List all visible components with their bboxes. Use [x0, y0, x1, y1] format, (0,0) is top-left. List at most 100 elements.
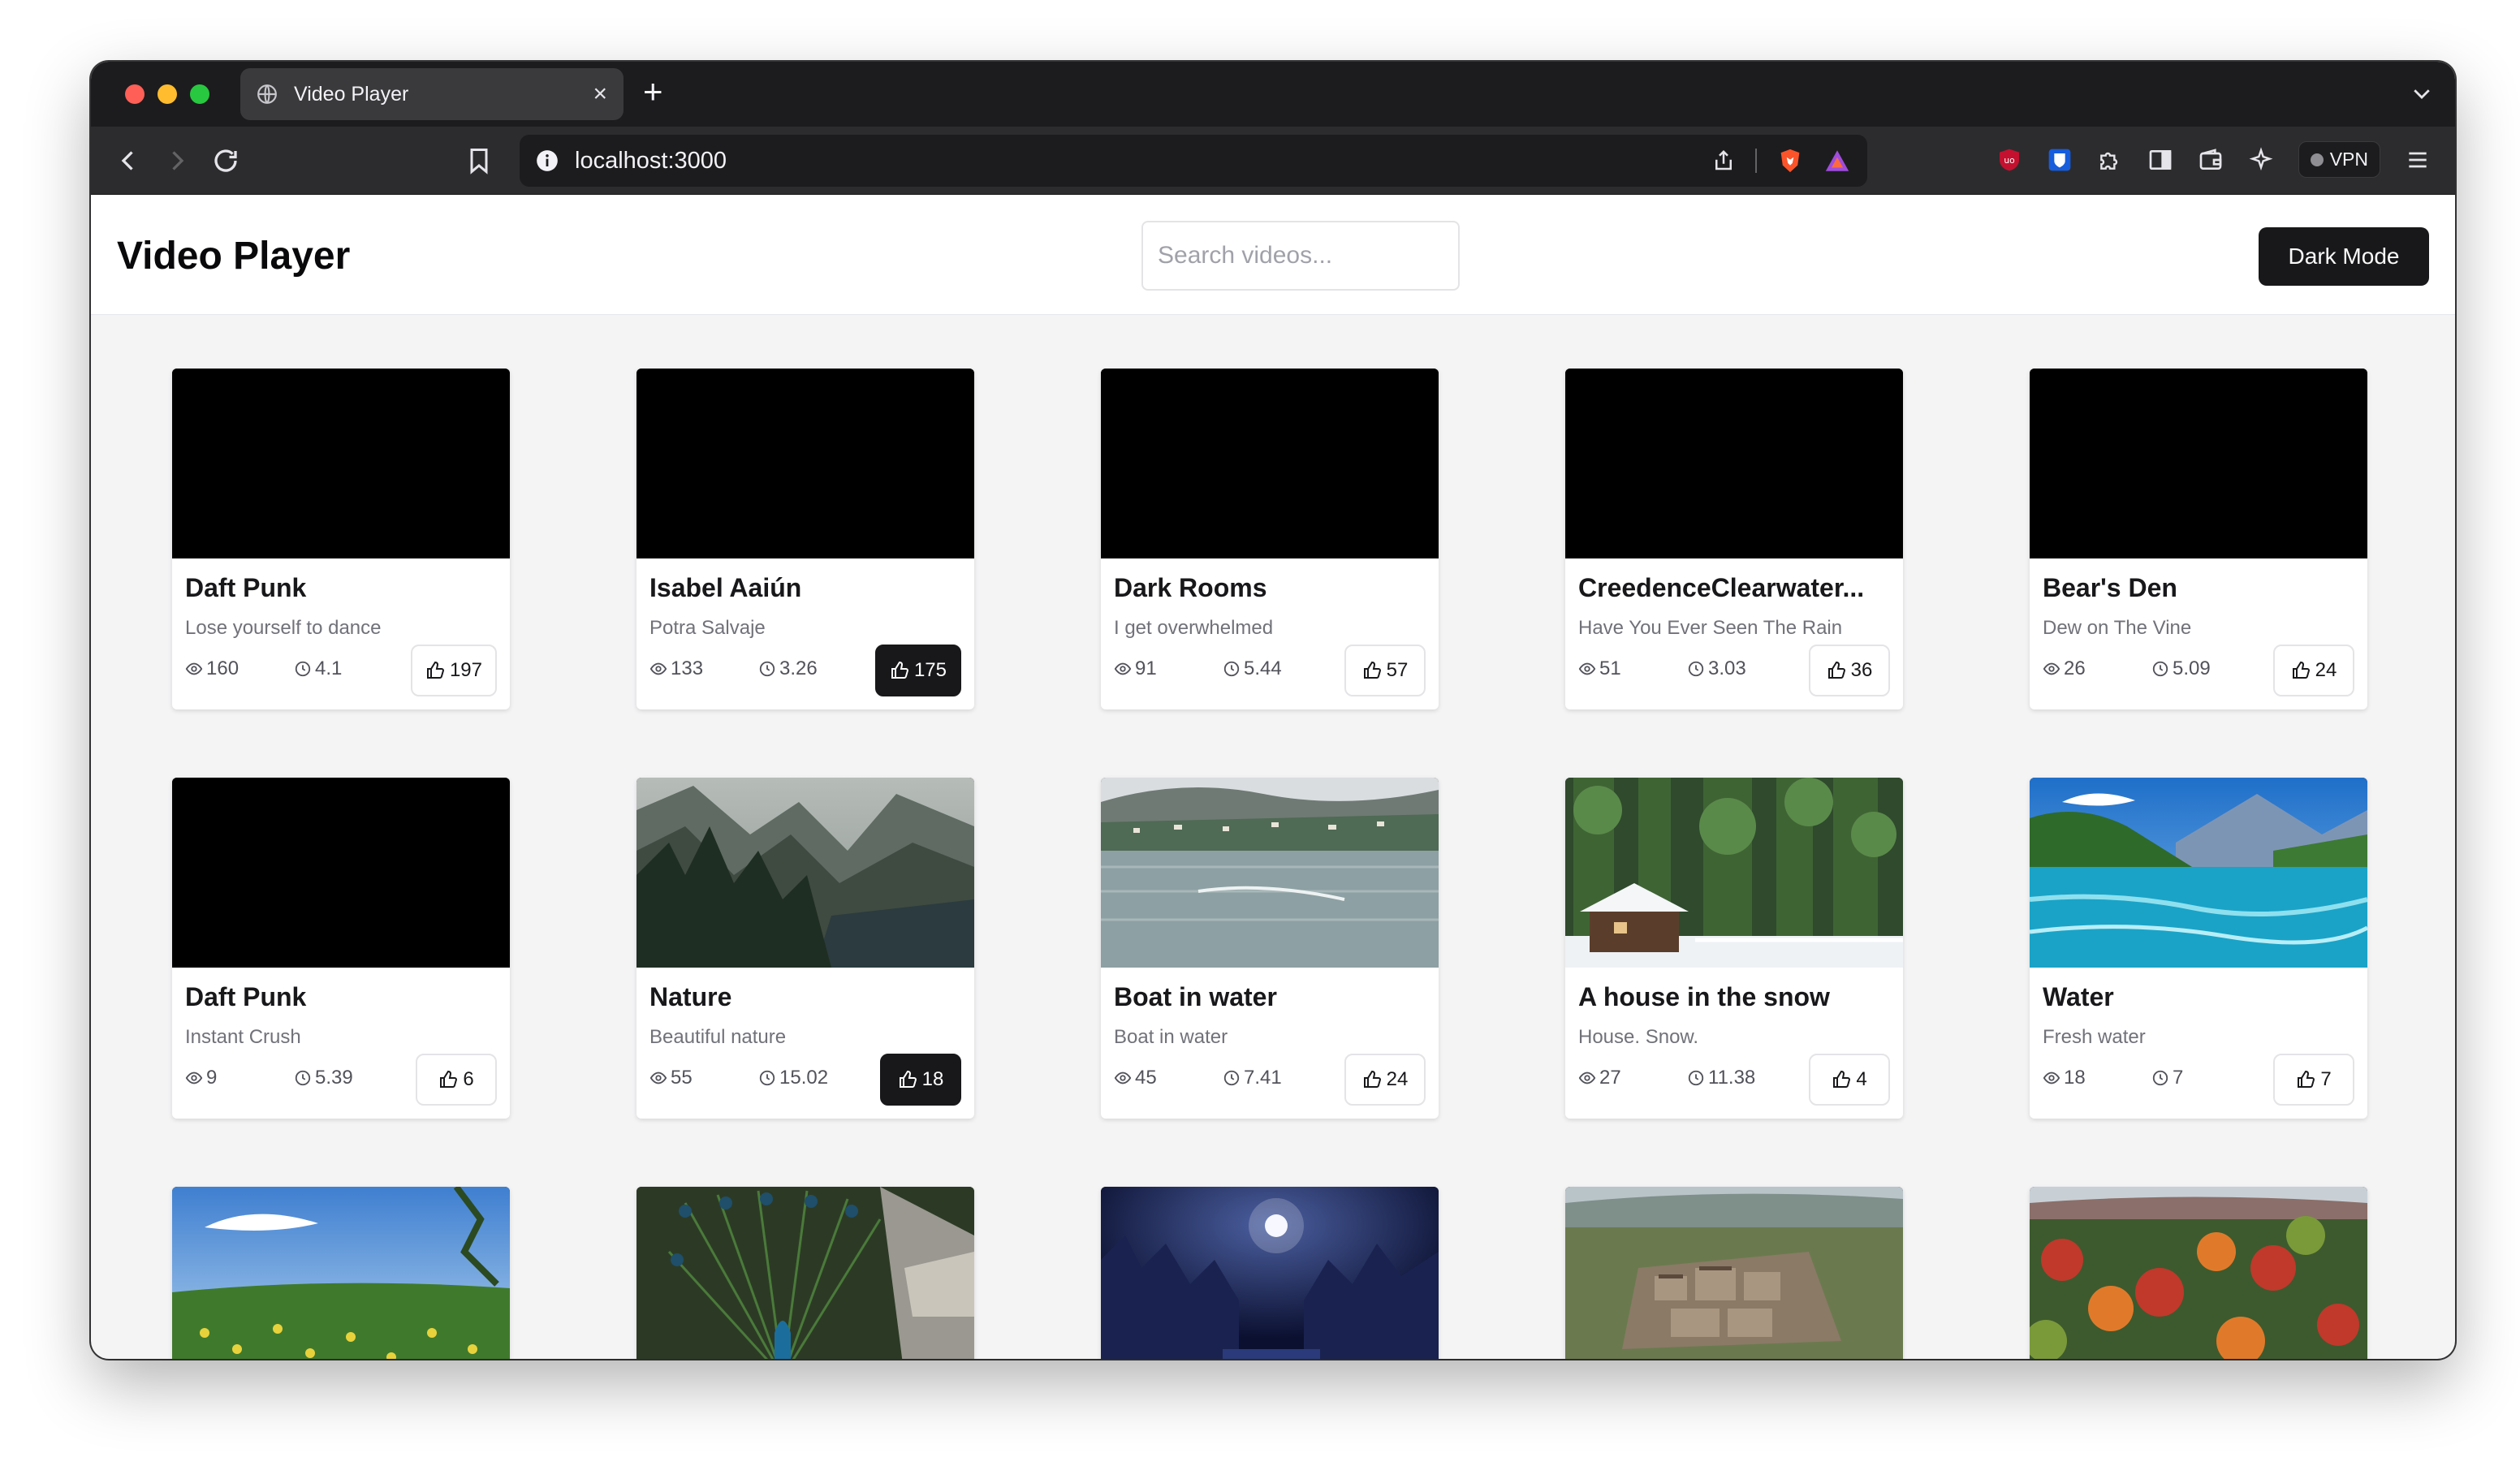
video-card[interactable]: Daft Punk Lose yourself to dance 160 4.1 197 [172, 369, 510, 709]
video-thumbnail[interactable] [1101, 778, 1439, 968]
like-button[interactable]: 57 [1344, 645, 1426, 696]
video-card[interactable]: Daft Punk Instant Crush 9 5.39 6 [172, 778, 510, 1119]
tab-strip: Video Player × + [91, 62, 2455, 127]
back-icon[interactable] [114, 146, 143, 175]
view-count-value: 160 [206, 658, 239, 679]
video-thumbnail[interactable] [636, 369, 974, 558]
like-button[interactable]: 24 [2273, 645, 2354, 696]
view-count-value: 26 [2064, 658, 2086, 679]
duration-value: 5.44 [1244, 658, 1282, 679]
search-input[interactable] [1141, 221, 1460, 291]
eye-icon [1578, 662, 1596, 675]
video-thumbnail[interactable] [1565, 778, 1903, 968]
video-thumbnail[interactable] [2030, 778, 2367, 968]
duration-value: 3.26 [779, 658, 818, 679]
address-bar[interactable]: localhost:3000 [520, 135, 1867, 187]
like-count: 4 [1856, 1068, 1867, 1090]
leo-ai-icon[interactable] [2248, 146, 2274, 173]
video-thumbnail[interactable] [2030, 1187, 2367, 1359]
view-count: 26 [2043, 658, 2086, 680]
site-info-icon[interactable] [536, 149, 559, 172]
video-thumbnail[interactable] [1101, 1187, 1439, 1359]
close-tab-icon[interactable]: × [593, 82, 607, 106]
close-window-button[interactable] [125, 84, 145, 104]
view-count-value: 133 [671, 658, 704, 679]
reload-icon[interactable] [211, 146, 240, 175]
like-button[interactable]: 6 [416, 1054, 497, 1106]
browser-tab[interactable]: Video Player × [240, 68, 624, 120]
forward-icon[interactable] [162, 146, 192, 175]
dark-mode-button[interactable]: Dark Mode [2259, 227, 2429, 286]
video-card[interactable]: Water Fresh water 18 7 7 [2030, 778, 2367, 1119]
video-thumbnail[interactable] [2030, 369, 2367, 558]
eye-icon [1578, 1071, 1596, 1084]
duration: 11.38 [1687, 1067, 1755, 1089]
duration: 7.41 [1223, 1067, 1282, 1089]
video-thumbnail[interactable] [1565, 1187, 1903, 1359]
video-card[interactable]: Dark Rooms I get overwhelmed 91 5.44 57 [1101, 369, 1439, 709]
like-count: 7 [2320, 1068, 2332, 1090]
vpn-button[interactable]: VPN [2298, 141, 2380, 178]
video-thumbnail[interactable] [172, 369, 510, 558]
share-icon[interactable] [1711, 149, 1736, 173]
video-thumbnail[interactable] [172, 1187, 510, 1359]
video-card[interactable] [636, 1187, 974, 1359]
like-button[interactable]: 7 [2273, 1054, 2354, 1106]
menu-icon[interactable] [2405, 147, 2431, 173]
chevron-down-icon[interactable] [2410, 81, 2434, 106]
video-thumbnail[interactable] [1101, 369, 1439, 558]
wallet-icon[interactable] [2198, 147, 2224, 173]
duration: 5.09 [2151, 658, 2211, 680]
new-tab-button[interactable]: + [643, 75, 663, 109]
video-card[interactable] [2030, 1187, 2367, 1359]
thumbnail-image [2030, 778, 2367, 968]
video-card[interactable]: Bear's Den Dew on The Vine 26 5.09 24 [2030, 369, 2367, 709]
brave-shields-icon[interactable] [1776, 147, 1804, 175]
video-thumbnail[interactable] [172, 778, 510, 968]
video-card[interactable]: Nature Beautiful nature 55 15.02 18 [636, 778, 974, 1119]
video-card[interactable]: Isabel Aaiún Potra Salvaje 133 3.26 175 [636, 369, 974, 709]
like-button[interactable]: 197 [410, 645, 497, 696]
bitwarden-icon[interactable] [2047, 147, 2073, 173]
puzzle-icon[interactable] [2097, 147, 2123, 173]
tab-title: Video Player [294, 82, 409, 106]
globe-icon [257, 84, 277, 104]
duration: 5.39 [294, 1067, 353, 1089]
minimize-window-button[interactable] [158, 84, 177, 104]
vpn-status-icon [2310, 153, 2324, 166]
zoom-window-button[interactable] [190, 84, 209, 104]
video-card[interactable]: A house in the snow House. Snow. 27 11.38 4 [1565, 778, 1903, 1119]
video-thumbnail[interactable] [636, 1187, 974, 1359]
brave-rewards-icon[interactable] [1823, 147, 1851, 175]
eye-icon [2043, 662, 2060, 675]
vpn-label: VPN [2329, 149, 2368, 170]
like-button[interactable]: 36 [1809, 645, 1890, 696]
video-description: Beautiful nature [649, 1026, 787, 1048]
video-thumbnail[interactable] [1565, 369, 1903, 558]
like-button[interactable]: 175 [874, 645, 961, 696]
thumbnail-image [2030, 369, 2367, 558]
like-count: 175 [913, 659, 947, 681]
thumbnail-image [1565, 778, 1903, 968]
video-thumbnail[interactable] [636, 778, 974, 968]
video-card[interactable] [1101, 1187, 1439, 1359]
video-description: Dew on The Vine [2043, 617, 2192, 639]
like-button[interactable]: 24 [1344, 1054, 1426, 1106]
video-card[interactable] [172, 1187, 510, 1359]
video-card[interactable]: Boat in water Boat in water 45 7.41 24 [1101, 778, 1439, 1119]
ublock-icon[interactable]: uo [1996, 147, 2022, 173]
sidebar-icon[interactable] [2147, 147, 2173, 173]
video-title: A house in the snow [1578, 982, 1830, 1011]
browser-toolbar: localhost:3000 uo VPN [91, 127, 2455, 195]
video-card[interactable]: CreedenceClearwater... Have You Ever Seen… [1565, 369, 1903, 709]
view-count: 18 [2043, 1067, 2086, 1089]
bookmark-icon[interactable] [464, 146, 494, 175]
like-button[interactable]: 18 [880, 1054, 961, 1106]
like-button[interactable]: 4 [1809, 1054, 1890, 1106]
video-card[interactable] [1565, 1187, 1903, 1359]
view-count-value: 55 [671, 1067, 693, 1089]
url-text[interactable]: localhost:3000 [575, 148, 1711, 175]
view-count-value: 51 [1599, 658, 1621, 679]
thumbnail-image [636, 1187, 974, 1359]
video-description: I get overwhelmed [1114, 617, 1274, 639]
